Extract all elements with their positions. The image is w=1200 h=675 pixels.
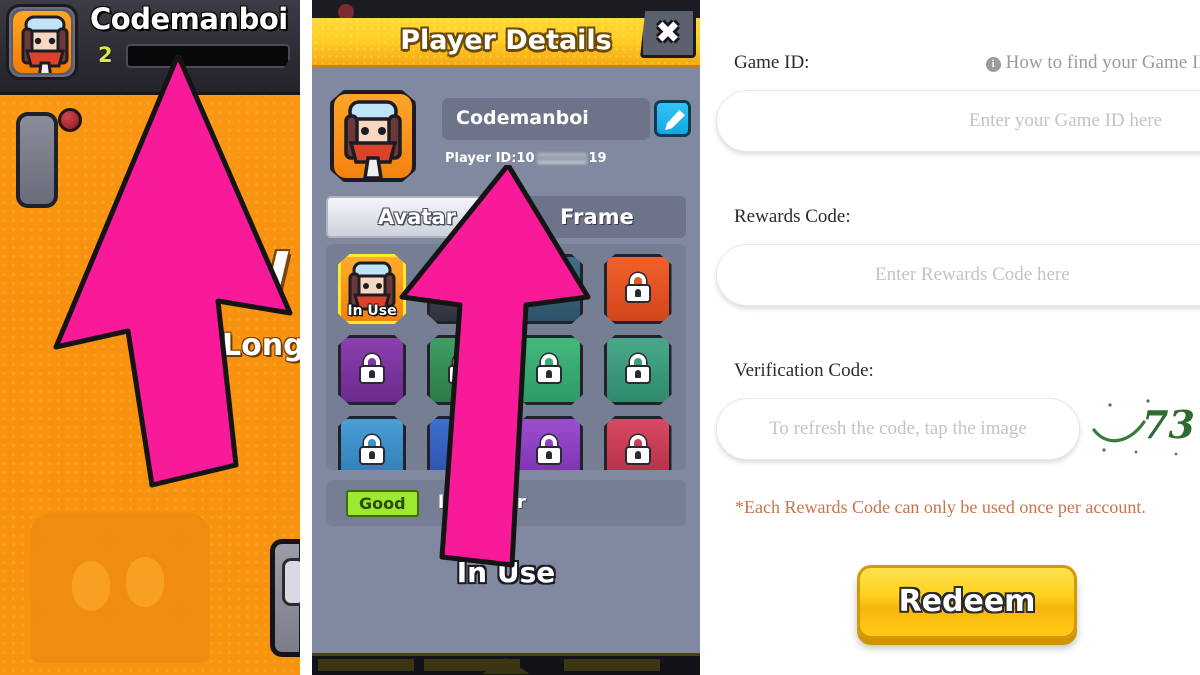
hud-avatar-button[interactable]	[6, 4, 78, 80]
ghost-eye-right	[126, 557, 164, 607]
avatar-cell[interactable]	[338, 335, 406, 405]
rewards-code-label: Rewards Code:	[734, 206, 851, 227]
avatar-cell[interactable]	[515, 254, 583, 324]
lock-icon	[359, 434, 385, 465]
avatar-status-text: In Use	[456, 556, 556, 589]
player-name-value: Codemanboi	[456, 107, 589, 129]
rewards-code-placeholder: Enter Rewards Code here	[875, 264, 1070, 285]
game-id-input[interactable]: Enter your Game ID here	[716, 90, 1200, 152]
screenshot-root: 1.W Long Codemanboi 2 Player Details ✖ C…	[0, 0, 1200, 675]
lock-icon	[359, 353, 385, 384]
player-hud-bar: Codemanboi 2	[0, 0, 300, 95]
avatar-cell[interactable]	[515, 335, 583, 405]
game-subline: Long	[222, 328, 300, 363]
player-id-redaction	[536, 153, 587, 164]
close-button[interactable]: ✖	[640, 8, 696, 58]
game-id-placeholder: Enter your Game ID here	[969, 110, 1163, 131]
game-character-dot	[58, 108, 82, 132]
game-character-head	[16, 112, 58, 208]
verification-code-label: Verification Code:	[734, 360, 874, 381]
avatar-cell[interactable]	[603, 254, 672, 324]
close-icon: ✖	[655, 15, 681, 51]
lock-icon	[624, 272, 651, 303]
avatar-cell[interactable]	[426, 335, 495, 405]
rewards-code-input[interactable]: Enter Rewards Code here	[716, 244, 1200, 306]
player-id-label: Player ID:	[445, 151, 517, 166]
game-screen-panel: 1.W Long Codemanboi 2	[0, 0, 300, 675]
lock-icon	[536, 353, 562, 384]
player-id-prefix: 10	[516, 151, 535, 166]
avatar-cell[interactable]	[603, 416, 672, 470]
edit-name-button[interactable]	[654, 100, 691, 137]
how-to-find-game-id-text: How to find your Game ID	[1005, 52, 1200, 73]
captcha-image[interactable]: 732	[1090, 392, 1195, 458]
tab-frame[interactable]: Frame	[508, 196, 686, 238]
current-avatar-preview[interactable]	[330, 90, 416, 182]
player-id-suffix: 19	[588, 151, 607, 166]
side-drawer-handle[interactable]	[270, 539, 300, 657]
player-name-field: Codemanboi	[442, 98, 650, 140]
dialog-body: Codemanboi Player ID: 10 19 Avatar Frame…	[312, 68, 700, 653]
player-details-dialog: Player Details ✖ Codemanboi Player ID: 1…	[312, 0, 700, 675]
captcha-text: 732	[1142, 402, 1195, 447]
info-icon: i	[985, 57, 1001, 72]
bottom-bar-segment	[564, 659, 660, 671]
lock-icon	[536, 434, 562, 465]
redeem-button-label: Redeem	[898, 584, 1036, 619]
player-avatar-icon	[13, 11, 71, 73]
rewards-note: *Each Rewards Code can only be used once…	[735, 497, 1146, 517]
verification-code-placeholder: To refresh the code, tap the image	[769, 418, 1027, 439]
dialog-bottom-bar	[312, 653, 700, 675]
avatar-cell[interactable]	[426, 254, 495, 324]
how-to-find-game-id-link[interactable]: i How to find your Game ID	[985, 52, 1200, 74]
avatar-cell[interactable]: In Use	[338, 254, 406, 324]
verification-code-input[interactable]: To refresh the code, tap the image	[716, 398, 1080, 460]
avatar-in-use-tag: In Use	[347, 303, 397, 319]
bottom-bar-segment	[318, 659, 414, 671]
lock-icon	[447, 434, 474, 465]
home-indicator-icon	[482, 658, 530, 674]
quality-badge: Good	[346, 490, 419, 517]
redeem-form-panel: Game ID: i How to find your Game ID Enter…	[700, 0, 1200, 675]
lock-icon	[536, 272, 562, 303]
lock-icon	[447, 272, 474, 303]
dialog-backdrop-strip	[312, 0, 700, 20]
avatar-grid[interactable]: In Use	[326, 244, 686, 470]
avatar-cell[interactable]	[603, 335, 672, 405]
background-ghost-shape	[30, 513, 210, 663]
hud-level-number: 2	[98, 43, 113, 67]
lock-icon	[447, 353, 474, 384]
avatar-cell[interactable]	[515, 416, 583, 470]
redeem-button[interactable]: Redeem	[857, 565, 1077, 639]
lock-icon	[624, 353, 651, 384]
game-id-label: Game ID:	[734, 52, 810, 73]
player-id-row: Player ID: 10 19	[445, 151, 607, 166]
ghost-eye-left	[72, 561, 110, 611]
avatar-grid-inner: In Use	[338, 254, 674, 470]
tab-avatar[interactable]: Avatar	[326, 196, 508, 238]
avatar-cell[interactable]	[338, 416, 406, 470]
hud-xp-bar	[126, 44, 290, 68]
hud-player-name: Codemanboi	[90, 2, 288, 36]
pencil-icon	[665, 110, 685, 130]
avatar-cell[interactable]	[426, 416, 495, 470]
game-headline: 1.W	[155, 240, 290, 314]
lock-icon	[624, 434, 651, 465]
customization-tabs: Avatar Frame	[326, 196, 686, 238]
avatar-description: lt Avatar	[438, 492, 526, 513]
avatar-description-bar: Good lt Avatar	[326, 480, 686, 526]
